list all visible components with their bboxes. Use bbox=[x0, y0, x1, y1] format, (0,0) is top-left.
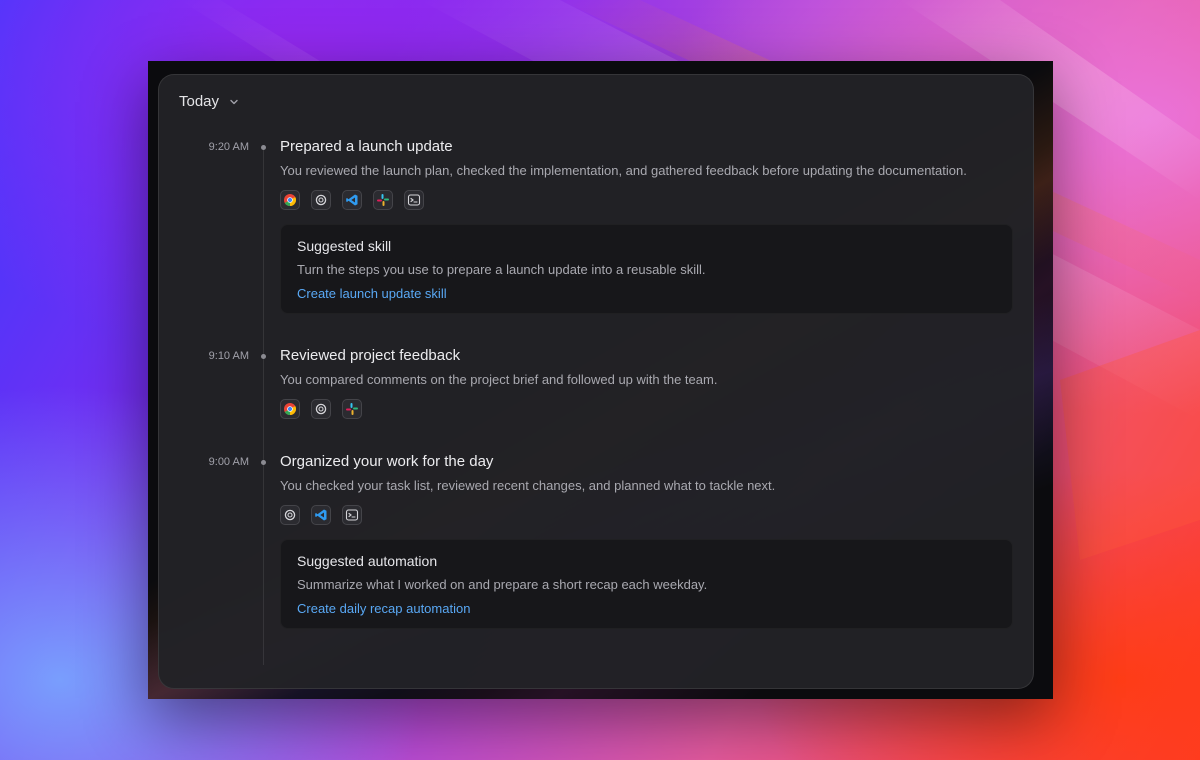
app-icons bbox=[280, 505, 1013, 525]
app-icons bbox=[280, 399, 1013, 419]
chrome-icon[interactable] bbox=[280, 190, 300, 210]
terminal-icon[interactable] bbox=[404, 190, 424, 210]
entry-description: You checked your task list, reviewed rec… bbox=[280, 478, 776, 493]
suggestion-card: Suggested automation Summarize what I wo… bbox=[280, 539, 1013, 629]
entry-description: You reviewed the launch plan, checked th… bbox=[280, 163, 967, 178]
terminal-icon[interactable] bbox=[342, 505, 362, 525]
suggestion-card: Suggested skill Turn the steps you use t… bbox=[280, 224, 1013, 314]
timeline-dot bbox=[261, 145, 266, 150]
timeline-dot bbox=[261, 354, 266, 359]
timeline-panel: Today 9:20 AM Prepared a launch update Y… bbox=[158, 74, 1034, 689]
entry-content: Organized your work for the day You chec… bbox=[280, 452, 1013, 629]
entry-time: 9:10 AM bbox=[208, 350, 249, 362]
entry-time: 9:00 AM bbox=[208, 456, 249, 468]
suggestion-title: Suggested automation bbox=[297, 553, 438, 569]
date-filter-label: Today bbox=[179, 93, 220, 110]
chevron-down-icon bbox=[230, 99, 238, 104]
date-filter-dropdown[interactable]: Today bbox=[179, 93, 241, 110]
vscode-icon[interactable] bbox=[342, 190, 362, 210]
timeline-dot bbox=[261, 460, 266, 465]
vscode-icon[interactable] bbox=[311, 505, 331, 525]
entry-title: Prepared a launch update bbox=[280, 138, 453, 155]
entry-time: 9:20 AM bbox=[208, 141, 249, 153]
chatgpt-icon[interactable] bbox=[311, 190, 331, 210]
app-icons bbox=[280, 190, 1013, 210]
create-skill-link[interactable]: Create launch update skill bbox=[297, 285, 447, 303]
entry-content: Prepared a launch update You reviewed th… bbox=[280, 137, 1013, 314]
create-automation-link[interactable]: Create daily recap automation bbox=[297, 600, 470, 618]
slack-icon[interactable] bbox=[373, 190, 393, 210]
app-window: Today 9:20 AM Prepared a launch update Y… bbox=[148, 61, 1053, 699]
entry-content: Reviewed project feedback You compared c… bbox=[280, 346, 1013, 419]
slack-icon[interactable] bbox=[342, 399, 362, 419]
chatgpt-icon[interactable] bbox=[311, 399, 331, 419]
suggestion-description: Summarize what I worked on and prepare a… bbox=[297, 577, 708, 592]
chrome-icon[interactable] bbox=[280, 399, 300, 419]
entry-title: Organized your work for the day bbox=[280, 453, 494, 470]
suggestion-description: Turn the steps you use to prepare a laun… bbox=[297, 262, 706, 277]
entry-description: You compared comments on the project bri… bbox=[280, 372, 718, 387]
chatgpt-icon[interactable] bbox=[280, 505, 300, 525]
suggestion-title: Suggested skill bbox=[297, 238, 392, 254]
entry-title: Reviewed project feedback bbox=[280, 347, 461, 364]
timeline-rail bbox=[263, 145, 264, 665]
